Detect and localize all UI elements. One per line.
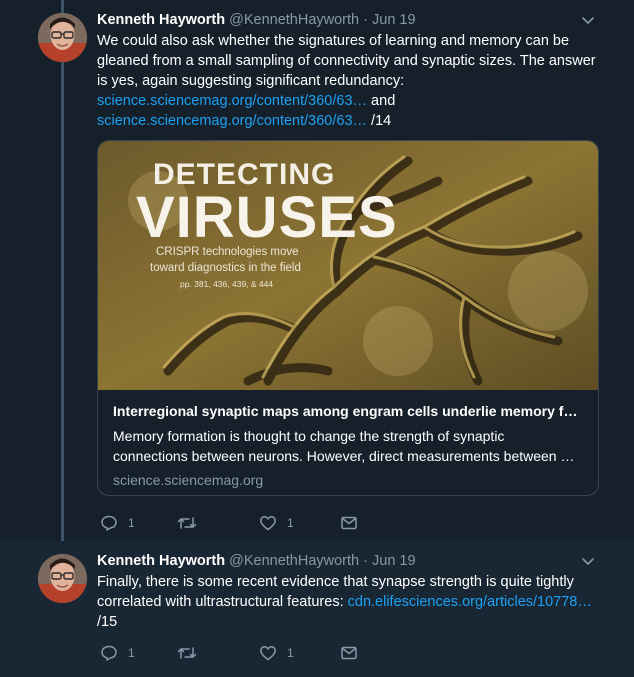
tweet-date[interactable]: Jun 19 (372, 12, 416, 28)
reply-icon (100, 644, 118, 662)
chevron-down-icon[interactable] (580, 553, 596, 569)
like-count: 1 (287, 646, 294, 660)
tweet[interactable]: Kenneth Hayworth @KennethHayworth · Jun … (0, 0, 634, 541)
tweet[interactable]: Kenneth Hayworth @KennethHayworth · Jun … (0, 541, 634, 677)
tweet-text: We could also ask whether the signatures… (97, 31, 607, 131)
like-count: 1 (287, 516, 294, 530)
retweet-icon (177, 644, 197, 662)
tweet-text-suffix: /14 (367, 113, 392, 129)
direct-message-button[interactable] (340, 513, 358, 533)
heart-icon (259, 514, 277, 532)
tweet-date[interactable]: Jun 19 (372, 553, 416, 569)
reply-button[interactable]: 1 (100, 513, 135, 533)
tweet-text-connector: and (367, 93, 396, 109)
tweet-actions: 1 1 (97, 513, 397, 533)
tweet-header: Kenneth Hayworth @KennethHayworth · Jun … (97, 552, 416, 570)
envelope-icon (340, 644, 358, 662)
reply-icon (100, 514, 118, 532)
cover-subtitle-2: toward diagnostics in the field (150, 262, 301, 274)
separator: · (363, 553, 368, 569)
retweet-button[interactable] (177, 513, 207, 533)
tweet-header: Kenneth Hayworth @KennethHayworth · Jun … (97, 11, 416, 29)
tweet-link[interactable]: science.sciencemag.org/content/360/63… (97, 113, 367, 129)
author-handle[interactable]: @KennethHayworth (229, 553, 359, 569)
tweet-text: Finally, there is some recent evidence t… (97, 572, 607, 632)
retweet-button[interactable] (177, 643, 207, 663)
card-meta: Interregional synaptic maps among engram… (113, 402, 583, 490)
direct-message-button[interactable] (340, 643, 358, 663)
tweet-text-suffix: /15 (97, 614, 118, 630)
chevron-down-icon[interactable] (580, 12, 596, 28)
tweet-text-intro: We could also ask whether the signatures… (97, 33, 596, 89)
card-image[interactable]: DETECTING VIRUSES CRISPR technologies mo… (98, 141, 598, 390)
heart-icon (259, 644, 277, 662)
tweet-actions: 1 1 (97, 643, 397, 663)
card-description: Memory formation is thought to change th… (113, 428, 575, 464)
author-handle[interactable]: @KennethHayworth (229, 12, 359, 28)
like-button[interactable]: 1 (259, 513, 294, 533)
reply-count: 1 (128, 646, 135, 660)
retweet-icon (177, 514, 197, 532)
card-title[interactable]: Interregional synaptic maps among engram… (113, 402, 583, 421)
reply-count: 1 (128, 516, 135, 530)
tweet-link[interactable]: science.sciencemag.org/content/360/63… (97, 93, 367, 109)
author-name[interactable]: Kenneth Hayworth (97, 12, 225, 28)
avatar[interactable] (38, 13, 87, 62)
cover-pages: pp. 381, 436, 439, & 444 (180, 279, 273, 289)
like-button[interactable]: 1 (259, 643, 294, 663)
link-card[interactable]: DETECTING VIRUSES CRISPR technologies mo… (97, 140, 599, 496)
author-name[interactable]: Kenneth Hayworth (97, 553, 225, 569)
avatar[interactable] (38, 554, 87, 603)
tweet-link[interactable]: cdn.elifesciences.org/articles/10778… (348, 594, 592, 610)
cover-subtitle-1: CRISPR technologies move (156, 246, 299, 258)
reply-button[interactable]: 1 (100, 643, 135, 663)
envelope-icon (340, 514, 358, 532)
card-domain: science.sciencemag.org (113, 472, 264, 488)
cover-headline-2: VIRUSES (136, 185, 398, 250)
separator: · (363, 12, 368, 28)
timeline: Kenneth Hayworth @KennethHayworth · Jun … (0, 0, 634, 677)
